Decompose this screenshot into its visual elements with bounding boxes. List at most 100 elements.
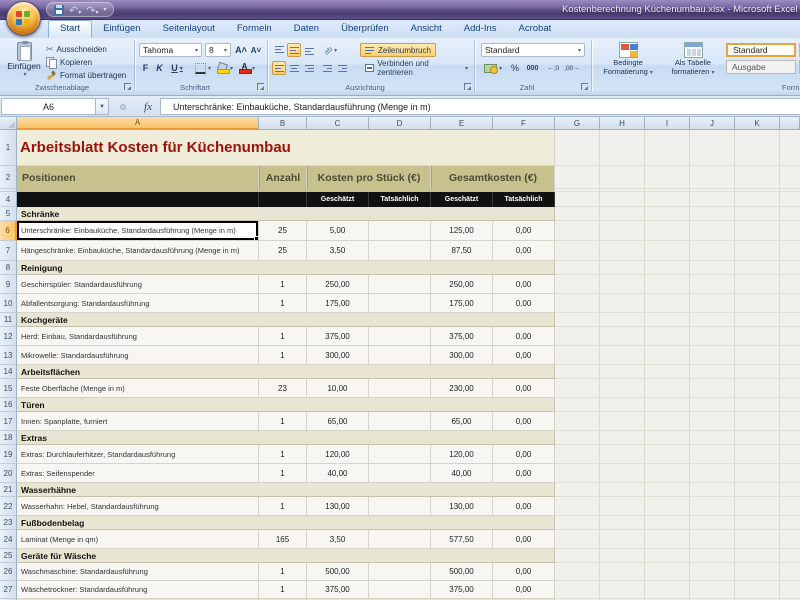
column-header-d[interactable]: D (369, 117, 431, 130)
cell-D9[interactable] (369, 275, 431, 294)
align-center-button[interactable] (287, 61, 301, 75)
cell-A26[interactable]: Waschmaschine: Standardausführung (17, 563, 259, 581)
fill-handle[interactable] (254, 236, 258, 240)
empty-cells[interactable] (555, 581, 800, 599)
column-header-j[interactable]: J (690, 117, 735, 130)
wrap-text-button[interactable]: Zeilenumbruch (360, 43, 436, 57)
cell-B22[interactable]: 1 (259, 497, 307, 516)
subheader-a-cell[interactable] (17, 192, 259, 207)
empty-cells[interactable] (555, 464, 800, 483)
row-header-12[interactable]: 12 (0, 327, 17, 346)
subheader-tatsaechlich2-cell[interactable]: Tatsächlich (493, 192, 555, 207)
cell-C22[interactable]: 130,00 (307, 497, 369, 516)
row-header-20[interactable]: 20 (0, 464, 17, 483)
tab--berpr-fen[interactable]: Überprüfen (330, 20, 400, 38)
column-header-f[interactable]: F (493, 117, 555, 130)
cell-C12[interactable]: 375,00 (307, 327, 369, 346)
row-header-15[interactable]: 15 (0, 379, 17, 398)
cell-E7[interactable]: 87,50 (431, 241, 493, 261)
empty-cells[interactable] (555, 130, 800, 166)
number-dialog-launcher-icon[interactable] (581, 83, 588, 90)
row-header-1[interactable]: 1 (0, 130, 17, 166)
cell-E22[interactable]: 130,00 (431, 497, 493, 516)
cell-F12[interactable]: 0,00 (493, 327, 555, 346)
cell-E6[interactable]: 125,00 (431, 221, 493, 241)
font-color-dropdown-icon[interactable]: ▾ (252, 65, 255, 72)
cell-D20[interactable] (369, 464, 431, 483)
cell-A20[interactable]: Extras: Seifenspender (17, 464, 259, 483)
name-box[interactable]: A6 (1, 98, 96, 115)
cell-style-standard[interactable]: Standard (726, 43, 796, 57)
empty-cells[interactable] (555, 516, 800, 530)
cell-A19[interactable]: Extras: Durchlauferhitzer, Standardausfü… (17, 445, 259, 464)
cell-F19[interactable]: 0,00 (493, 445, 555, 464)
row-header-13[interactable]: 13 (0, 346, 17, 365)
row-header-17[interactable]: 17 (0, 412, 17, 431)
cell-A27[interactable]: Wäschetrockner: Standardausführung (17, 581, 259, 599)
increase-decimal-button[interactable]: ←,0 (544, 61, 562, 75)
cell-F6[interactable]: 0,00 (493, 221, 555, 241)
cell-D19[interactable] (369, 445, 431, 464)
cell-A6[interactable]: Unterschränke: Einbauküche, Standardausf… (17, 221, 259, 241)
cell-C15[interactable]: 10,00 (307, 379, 369, 398)
subheader-tatsaechlich1-cell[interactable]: Tatsächlich (369, 192, 431, 207)
shrink-font-button[interactable]: A˅ (249, 43, 263, 57)
empty-cells[interactable] (555, 241, 800, 261)
empty-cells[interactable] (555, 412, 800, 431)
empty-cells[interactable] (555, 431, 800, 445)
row-header-26[interactable]: 26 (0, 563, 17, 581)
cell-F9[interactable]: 0,00 (493, 275, 555, 294)
cell-B17[interactable]: 1 (259, 412, 307, 431)
row-header-14[interactable]: 14 (0, 365, 17, 379)
conditional-formatting-dropdown-icon[interactable]: ▾ (650, 70, 653, 76)
tab-start[interactable]: Start (48, 20, 92, 38)
cell-E24[interactable]: 577,50 (431, 530, 493, 549)
insert-function-button[interactable]: fx (138, 98, 158, 115)
empty-cells[interactable] (555, 327, 800, 346)
underline-dropdown-icon[interactable]: ▾ (180, 65, 183, 72)
empty-cells[interactable] (555, 275, 800, 294)
empty-cells[interactable] (555, 530, 800, 549)
select-all-corner[interactable] (0, 117, 17, 130)
tab-daten[interactable]: Daten (283, 20, 330, 38)
cell-D24[interactable] (369, 530, 431, 549)
empty-cells[interactable] (555, 221, 800, 241)
row-header-10[interactable]: 10 (0, 294, 17, 313)
row-header-9[interactable]: 9 (0, 275, 17, 294)
cell-A9[interactable]: Geschirrspüler: Standardausführung (17, 275, 259, 294)
cell-C20[interactable]: 40,00 (307, 464, 369, 483)
borders-button[interactable]: ▾ (193, 61, 213, 75)
font-name-dropdown-icon[interactable]: ▾ (195, 47, 198, 54)
format-as-table-dropdown-icon[interactable]: ▾ (711, 70, 714, 76)
row-header-2[interactable]: 2 (0, 166, 17, 189)
number-format-combo[interactable]: Standard▾ (481, 43, 585, 57)
column-header-e[interactable]: E (431, 117, 493, 130)
tab-formeln[interactable]: Formeln (226, 20, 283, 38)
cell-D17[interactable] (369, 412, 431, 431)
cell-C24[interactable]: 3,50 (307, 530, 369, 549)
tab-ansicht[interactable]: Ansicht (400, 20, 453, 38)
cell-A24[interactable]: Laminat (Menge in qm) (17, 530, 259, 549)
section-header-cell-8[interactable]: Reinigung (17, 261, 555, 275)
grow-font-button[interactable]: A˄ (234, 43, 248, 57)
section-header-cell-25[interactable]: Geräte für Wäsche (17, 549, 555, 563)
section-header-cell-5[interactable]: Schränke (17, 207, 555, 221)
row-header-22[interactable]: 22 (0, 497, 17, 516)
fill-color-button[interactable]: ▾ (215, 61, 235, 75)
empty-cells[interactable] (555, 563, 800, 581)
empty-cells[interactable] (555, 207, 800, 221)
row-header-19[interactable]: 19 (0, 445, 17, 464)
section-header-cell-16[interactable]: Türen (17, 398, 555, 412)
borders-dropdown-icon[interactable]: ▾ (208, 65, 211, 72)
align-top-button[interactable] (272, 43, 286, 57)
cell-C7[interactable]: 3,50 (307, 241, 369, 261)
cell-E12[interactable]: 375,00 (431, 327, 493, 346)
cell-B15[interactable]: 23 (259, 379, 307, 398)
empty-cells[interactable] (555, 445, 800, 464)
empty-cells[interactable] (555, 483, 800, 497)
row-header-7[interactable]: 7 (0, 241, 17, 261)
row-header-4[interactable]: 4 (0, 192, 17, 207)
cell-E9[interactable]: 250,00 (431, 275, 493, 294)
cell-E27[interactable]: 375,00 (431, 581, 493, 599)
section-header-cell-18[interactable]: Extras (17, 431, 555, 445)
